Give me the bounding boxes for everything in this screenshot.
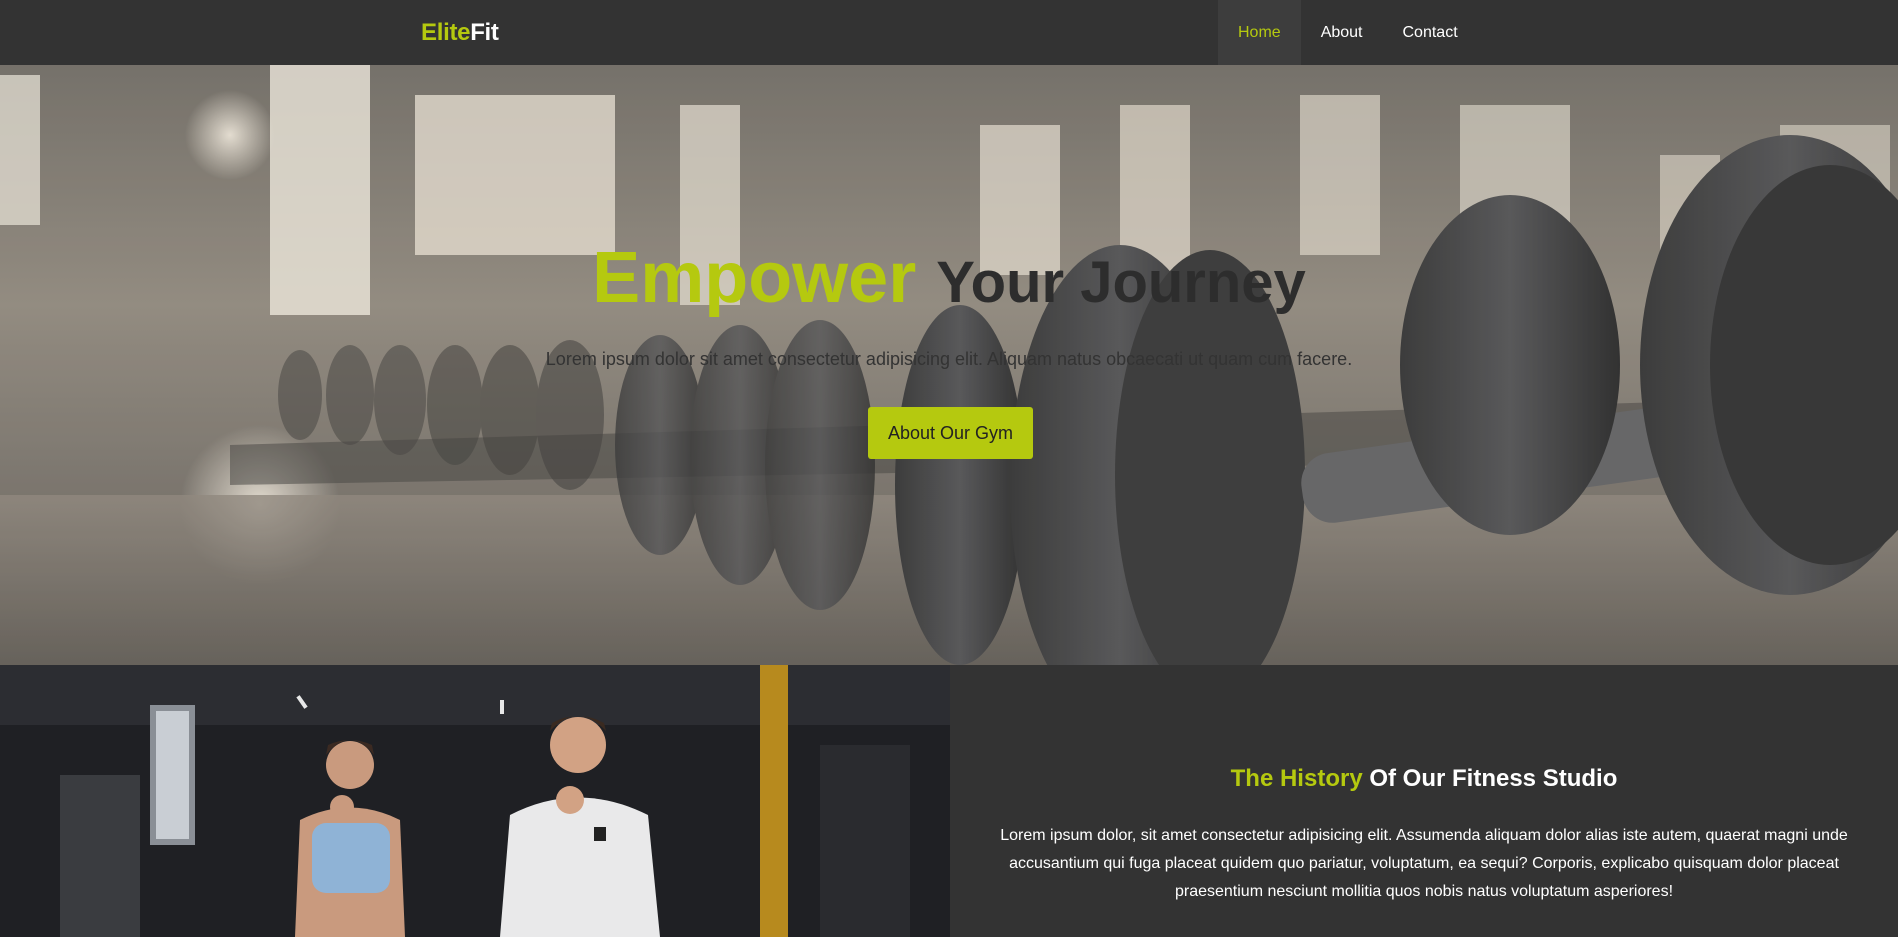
nav-about-link[interactable]: About [1301,0,1383,65]
hero-title-accent: Empower [592,238,917,318]
brand-accent: Elite [421,19,471,46]
history-title-rest: Of Our Fitness Studio [1369,765,1618,792]
fitness-couple-photo [0,665,950,937]
history-title-accent: The History [1230,765,1363,792]
nav-contact-link[interactable]: Contact [1383,0,1478,65]
brand-logo[interactable]: EliteFit [421,19,499,47]
main-nav: Home About Contact [1218,0,1478,65]
nav-home-link[interactable]: Home [1218,0,1301,65]
gym-interior-image [0,665,950,937]
history-body: Lorem ipsum dolor, sit amet consectetur … [1000,827,1848,900]
history-section: The History Of Our Fitness Studio Lorem … [950,665,1898,937]
hero-subtitle: Lorem ipsum dolor sit amet consectetur a… [545,349,1353,369]
about-gym-button[interactable]: About Our Gym [868,407,1033,459]
hero-section: Empower Your Journey Lorem ipsum dolor s… [0,65,1898,665]
navbar: EliteFit Home About Contact [0,0,1898,65]
brand-rest: Fit [470,19,499,46]
history-title: The History Of Our Fitness Studio [950,765,1898,793]
hero-title-rest: Your Journey [936,250,1306,315]
hero-title: Empower Your Journey [0,235,1898,321]
